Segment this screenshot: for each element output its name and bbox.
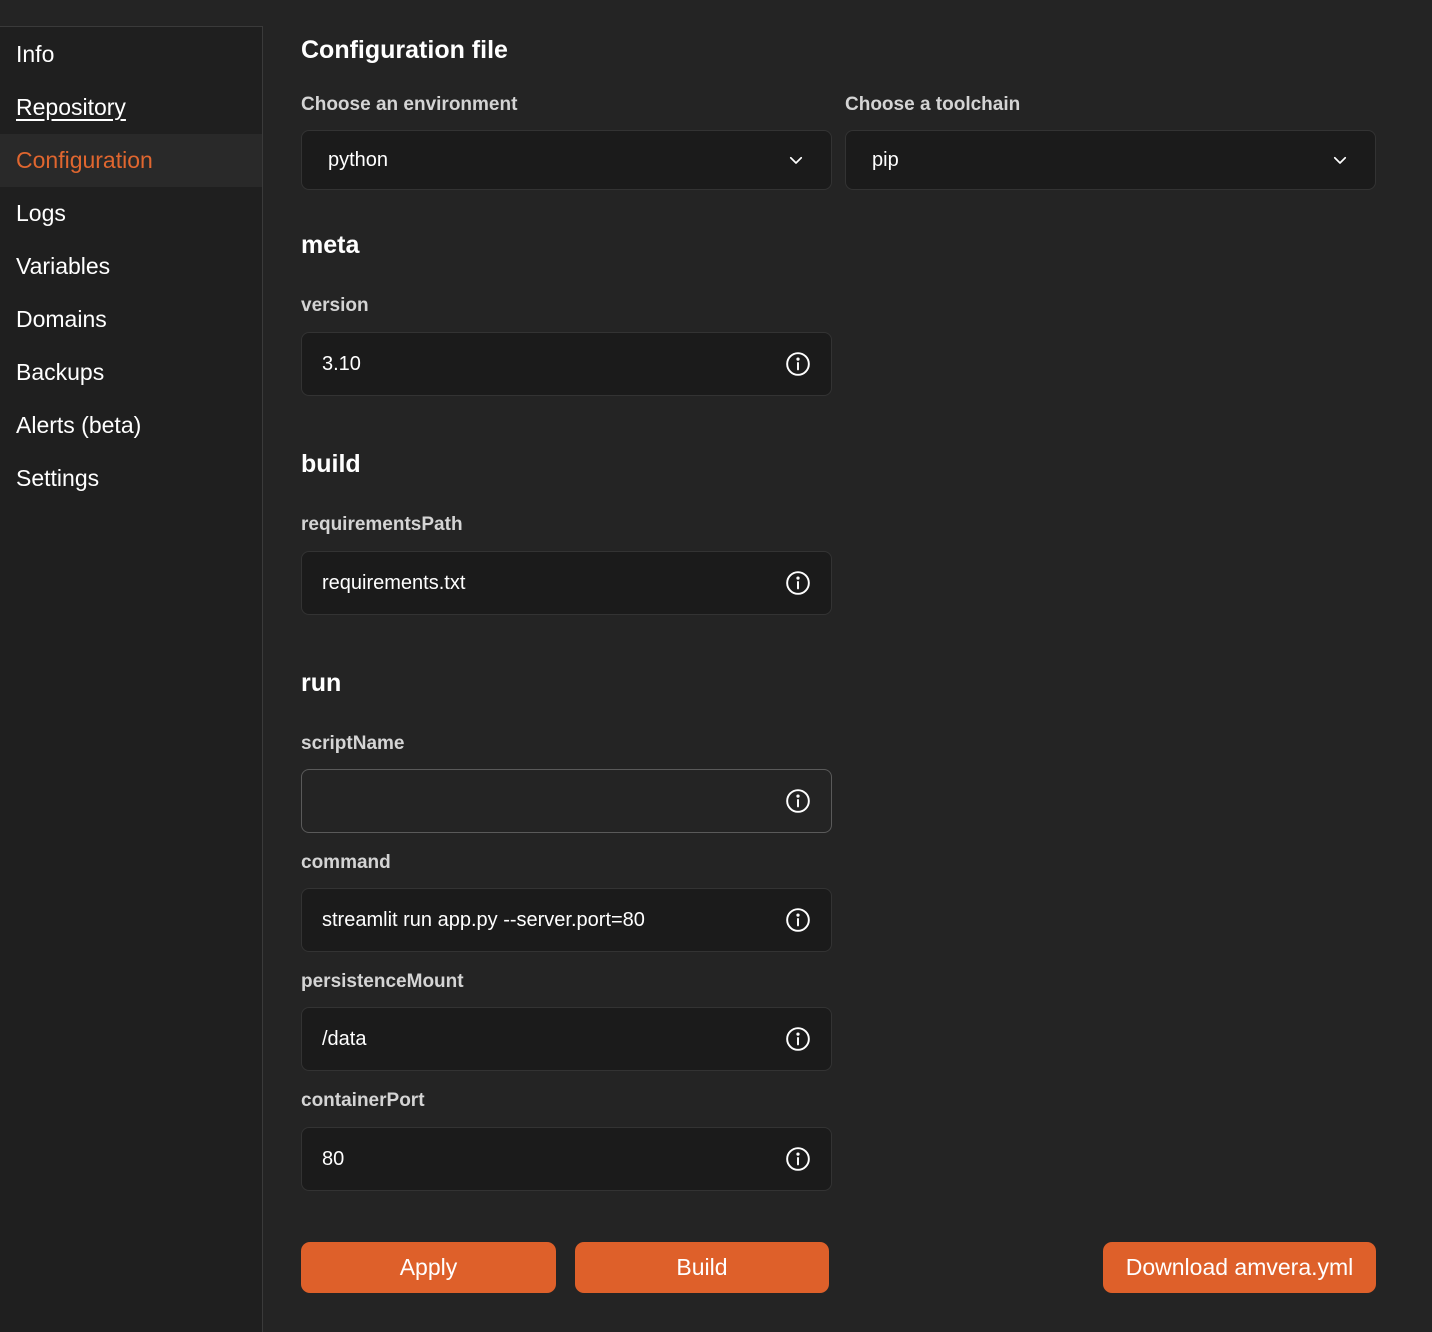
sidebar-nav: Info Repository Configuration Logs Varia…	[0, 26, 263, 1332]
requirements-path-field	[301, 551, 832, 615]
field-label-persistence-mount: persistenceMount	[301, 971, 464, 992]
sidebar-item-info[interactable]: Info	[0, 28, 262, 81]
sidebar-item-logs[interactable]: Logs	[0, 187, 262, 240]
sidebar-item-alerts[interactable]: Alerts (beta)	[0, 399, 262, 452]
build-button[interactable]: Build	[575, 1242, 829, 1293]
apply-button[interactable]: Apply	[301, 1242, 556, 1293]
sidebar-item-repository[interactable]: Repository	[0, 81, 262, 134]
sidebar-item-variables[interactable]: Variables	[0, 240, 262, 293]
info-circle-icon[interactable]	[785, 788, 811, 814]
script-name-input[interactable]	[322, 789, 762, 813]
download-config-button[interactable]: Download amvera.yml	[1103, 1242, 1376, 1293]
field-label-container-port: containerPort	[301, 1090, 425, 1111]
sidebar-item-label: Backups	[16, 359, 105, 385]
environment-value: python	[328, 148, 389, 171]
container-port-input[interactable]	[322, 1147, 762, 1171]
sidebar-item-label: Configuration	[16, 147, 153, 173]
version-input[interactable]	[322, 352, 762, 376]
field-label-command: command	[301, 852, 391, 873]
info-circle-icon[interactable]	[785, 1146, 811, 1172]
command-field	[301, 888, 832, 952]
toolchain-label: Choose a toolchain	[845, 94, 1021, 115]
info-circle-icon[interactable]	[785, 1026, 811, 1052]
sidebar-item-label: Info	[16, 41, 55, 67]
sidebar-item-label: Domains	[16, 306, 107, 332]
persistence-mount-input[interactable]	[322, 1027, 762, 1051]
script-name-field	[301, 769, 832, 833]
field-label-requirements-path: requirementsPath	[301, 514, 463, 535]
info-circle-icon[interactable]	[785, 907, 811, 933]
sidebar-item-label: Settings	[16, 465, 100, 491]
page-title: Configuration file	[301, 36, 508, 64]
toolchain-select[interactable]: pip	[845, 130, 1376, 190]
app-root: Info Repository Configuration Logs Varia…	[0, 0, 1432, 1332]
info-circle-icon[interactable]	[785, 351, 811, 377]
environment-select[interactable]: python	[301, 130, 832, 190]
command-input[interactable]	[322, 908, 762, 932]
sidebar-item-label: Variables	[16, 253, 111, 279]
container-port-field	[301, 1127, 832, 1191]
requirements-path-input[interactable]	[322, 571, 762, 595]
chevron-down-icon	[789, 156, 803, 164]
environment-label: Choose an environment	[301, 94, 518, 115]
section-title-run: run	[301, 669, 342, 697]
field-label-version: version	[301, 295, 369, 316]
sidebar-item-label: Repository	[16, 94, 126, 120]
sidebar-item-label: Alerts (beta)	[16, 412, 142, 438]
sidebar-item-domains[interactable]: Domains	[0, 293, 262, 346]
section-title-build: build	[301, 450, 361, 478]
info-circle-icon[interactable]	[785, 570, 811, 596]
sidebar-item-settings[interactable]: Settings	[0, 452, 262, 505]
sidebar-item-configuration[interactable]: Configuration	[0, 134, 262, 187]
field-label-script-name: scriptName	[301, 733, 405, 754]
toolchain-value: pip	[872, 148, 899, 171]
persistence-mount-field	[301, 1007, 832, 1071]
sidebar-item-backups[interactable]: Backups	[0, 346, 262, 399]
chevron-down-icon	[1333, 156, 1347, 164]
section-title-meta: meta	[301, 231, 360, 259]
sidebar-item-label: Logs	[16, 200, 66, 226]
version-field	[301, 332, 832, 396]
